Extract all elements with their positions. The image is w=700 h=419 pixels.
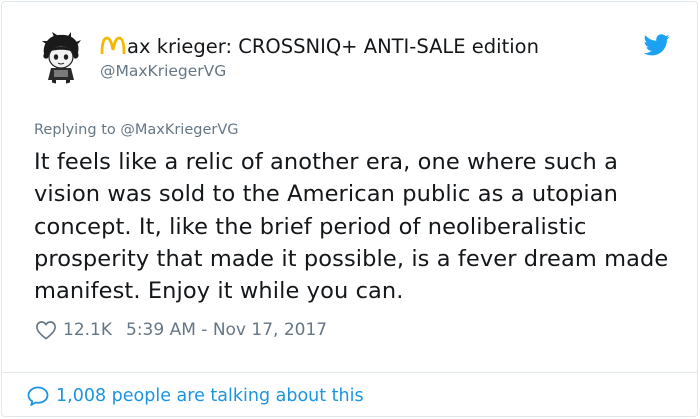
mcdonalds-arches-icon bbox=[100, 36, 126, 54]
speech-bubble-icon bbox=[27, 386, 49, 406]
heart-icon[interactable] bbox=[35, 320, 57, 340]
avatar[interactable] bbox=[34, 30, 88, 84]
reply-to-handle-link[interactable]: @MaxKriegerVG bbox=[120, 122, 238, 138]
reply-context: Replying to @MaxKriegerVG bbox=[34, 122, 239, 138]
display-name-text: ax krieger: CROSSNIQ+ ANTI-SALE edition bbox=[127, 35, 539, 58]
tweet-header: ax krieger: CROSSNIQ+ ANTI-SALE edition … bbox=[34, 30, 674, 90]
tweet-meta: 12.1K 5:39 AM - Nov 17, 2017 bbox=[35, 320, 327, 340]
author-handle[interactable]: @MaxKriegerVG bbox=[100, 62, 539, 80]
author-names: ax krieger: CROSSNIQ+ ANTI-SALE edition … bbox=[100, 35, 539, 80]
twitter-bird-icon[interactable] bbox=[644, 34, 670, 56]
reply-prefix: Replying to bbox=[34, 122, 116, 138]
divider bbox=[2, 372, 697, 373]
avatar-illustration bbox=[34, 30, 88, 84]
tweet-text: It feels like a relic of another era, on… bbox=[34, 149, 669, 305]
talking-about-link[interactable]: 1,008 people are talking about this bbox=[26, 385, 364, 407]
timestamp[interactable]: 5:39 AM - Nov 17, 2017 bbox=[126, 320, 327, 340]
tweet-card: ax krieger: CROSSNIQ+ ANTI-SALE edition … bbox=[1, 1, 698, 417]
like-count[interactable]: 12.1K bbox=[63, 320, 112, 340]
display-name[interactable]: ax krieger: CROSSNIQ+ ANTI-SALE edition bbox=[100, 35, 539, 58]
talking-about-text: 1,008 people are talking about this bbox=[56, 386, 364, 406]
